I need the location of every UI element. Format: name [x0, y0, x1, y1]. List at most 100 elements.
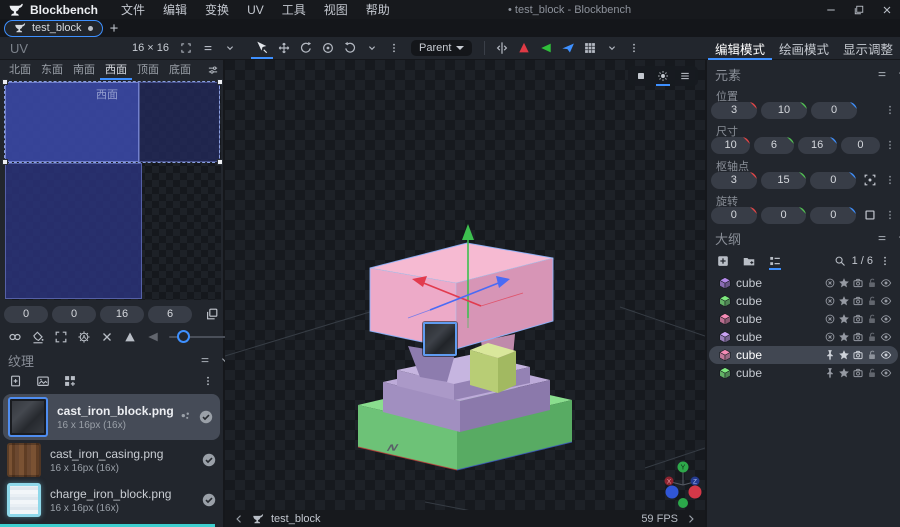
lock-toggle-icon[interactable] — [866, 349, 878, 361]
cube-row-selected[interactable]: cube — [709, 346, 898, 364]
menu-tools[interactable]: 工具 — [273, 1, 315, 18]
vertex-snap-tool-button[interactable] — [339, 37, 361, 59]
size-stretch-input[interactable]: 0 — [841, 137, 880, 154]
add-cube-button[interactable] — [716, 254, 730, 268]
face-tab-south[interactable]: 南面 — [68, 60, 100, 80]
uv-y-input[interactable]: 0 — [52, 306, 96, 323]
viewport-menu-icon[interactable] — [674, 66, 696, 86]
uv-handle-br[interactable] — [217, 159, 223, 165]
uv-x-input[interactable]: 0 — [4, 306, 48, 323]
lock-toggle-icon[interactable] — [866, 295, 878, 307]
face-tab-east[interactable]: 东面 — [36, 60, 68, 80]
maximize-button[interactable] — [846, 0, 872, 19]
shading-toggle-icon[interactable] — [838, 277, 850, 289]
lock-toggle-icon[interactable] — [866, 277, 878, 289]
pivot-x-input[interactable]: 3 — [711, 172, 757, 189]
pivot-z-input[interactable]: 0 — [810, 172, 856, 189]
face-texture-preview[interactable] — [423, 322, 457, 356]
cube-row[interactable]: cube — [709, 328, 898, 346]
uv-link-icon[interactable] — [8, 330, 22, 344]
size-z-input[interactable]: 16 — [798, 137, 837, 154]
lock-toggle-icon[interactable] — [866, 331, 878, 343]
paint-bucket-icon[interactable] — [31, 330, 45, 344]
autouv-toggle-icon[interactable] — [852, 313, 864, 325]
texture-row[interactable]: charge_iron_block.png 16 x 16px (16x) — [0, 480, 223, 520]
particles-icon[interactable] — [179, 410, 193, 424]
menu-view[interactable]: 视图 — [315, 1, 357, 18]
move-tool-button[interactable] — [251, 37, 273, 59]
transform-space-dropdown[interactable]: Parent — [411, 40, 472, 56]
uv-handle-tr[interactable] — [217, 79, 223, 85]
view-kebab-icon[interactable] — [623, 37, 645, 59]
rotation-x-input[interactable]: 0 — [711, 207, 757, 224]
view-chevron-icon[interactable] — [601, 37, 623, 59]
texture-row-selected[interactable]: cast_iron_block.png 16 x 16px (16x) — [3, 394, 220, 440]
append-template-icon[interactable] — [63, 374, 77, 388]
menu-edit[interactable]: 编辑 — [154, 1, 196, 18]
visibility-toggle-icon[interactable] — [880, 367, 892, 379]
auto-uv-icon[interactable] — [77, 330, 91, 344]
close-button[interactable] — [874, 0, 900, 19]
face-tab-north[interactable]: 北面 — [4, 60, 36, 80]
panel-collapse-icon[interactable] — [896, 68, 900, 80]
pivot-focus-button[interactable] — [860, 172, 880, 189]
autouv-toggle-icon[interactable] — [852, 295, 864, 307]
uv-options-icon[interactable] — [207, 64, 219, 76]
uv-handle-bl[interactable] — [2, 159, 8, 165]
sidebar-forward-icon[interactable] — [685, 513, 697, 525]
menu-file[interactable]: 文件 — [112, 1, 154, 18]
uv-face-rect-selected[interactable]: 西面 — [5, 82, 139, 162]
pin-icon[interactable] — [824, 349, 836, 361]
model-pink-slab-selected[interactable] — [370, 243, 553, 349]
rotation-y-input[interactable]: 0 — [761, 207, 807, 224]
cube-row[interactable]: cube — [709, 274, 898, 292]
shading-toggle-icon[interactable] — [838, 295, 850, 307]
kebab-icon[interactable] — [884, 174, 896, 186]
new-tab-button[interactable] — [103, 19, 125, 37]
uv-rotation-slider[interactable] — [169, 330, 227, 344]
visibility-toggle-icon[interactable] — [880, 277, 892, 289]
face-tab-west[interactable]: 西面 — [100, 60, 132, 80]
shading-toggle-icon[interactable] — [838, 349, 850, 361]
uv-frame-icon[interactable] — [175, 37, 197, 59]
shading-toggle-icon[interactable] — [838, 331, 850, 343]
textures-kebab-icon[interactable] — [202, 375, 214, 387]
export-toggle-icon[interactable] — [824, 295, 836, 307]
texture-check-icon[interactable] — [198, 409, 214, 425]
tools-kebab-icon[interactable] — [383, 37, 405, 59]
autouv-toggle-icon[interactable] — [852, 277, 864, 289]
texture-row[interactable]: cast_iron_casing.png 16 x 16px (16x) — [0, 440, 223, 480]
rotate-tool-button[interactable] — [295, 37, 317, 59]
visibility-toggle-icon[interactable] — [880, 349, 892, 361]
wireframe-toggle-icon[interactable] — [630, 66, 652, 86]
mirror-y-icon[interactable] — [146, 330, 160, 344]
sidebar-back-icon[interactable] — [233, 513, 245, 525]
pivot-y-input[interactable]: 15 — [761, 172, 807, 189]
grid-icon[interactable] — [579, 37, 601, 59]
uv-face-rect-dark[interactable] — [139, 82, 220, 162]
uv-width-input[interactable]: 16 — [100, 306, 144, 323]
outliner-view-toggle[interactable] — [768, 254, 782, 268]
shading-toggle-icon[interactable] — [838, 313, 850, 325]
tab-edit-mode[interactable]: 编辑模式 — [708, 37, 772, 60]
shading-toggle-icon[interactable] — [838, 367, 850, 379]
tab-display-mode[interactable]: 显示调整 — [836, 37, 900, 60]
cube-row[interactable]: cube — [709, 364, 898, 382]
size-y-input[interactable]: 6 — [754, 137, 793, 154]
texture-check-icon[interactable] — [201, 492, 217, 508]
uv-collapse-icon[interactable] — [219, 37, 241, 59]
cube-row[interactable]: cube — [709, 292, 898, 310]
tools-chevron-icon[interactable] — [361, 37, 383, 59]
plane-blue-icon[interactable] — [557, 37, 579, 59]
texture-check-icon[interactable] — [201, 452, 217, 468]
lock-toggle-icon[interactable] — [866, 313, 878, 325]
minimize-button[interactable] — [818, 0, 844, 19]
visibility-toggle-icon[interactable] — [880, 331, 892, 343]
export-toggle-icon[interactable] — [824, 277, 836, 289]
autouv-toggle-icon[interactable] — [852, 331, 864, 343]
add-group-button[interactable] — [742, 254, 756, 268]
rotation-space-button[interactable] — [860, 207, 880, 224]
cone-red-icon[interactable] — [513, 37, 535, 59]
face-tab-up[interactable]: 顶面 — [132, 60, 164, 80]
uv-menu-icon[interactable] — [197, 37, 219, 59]
